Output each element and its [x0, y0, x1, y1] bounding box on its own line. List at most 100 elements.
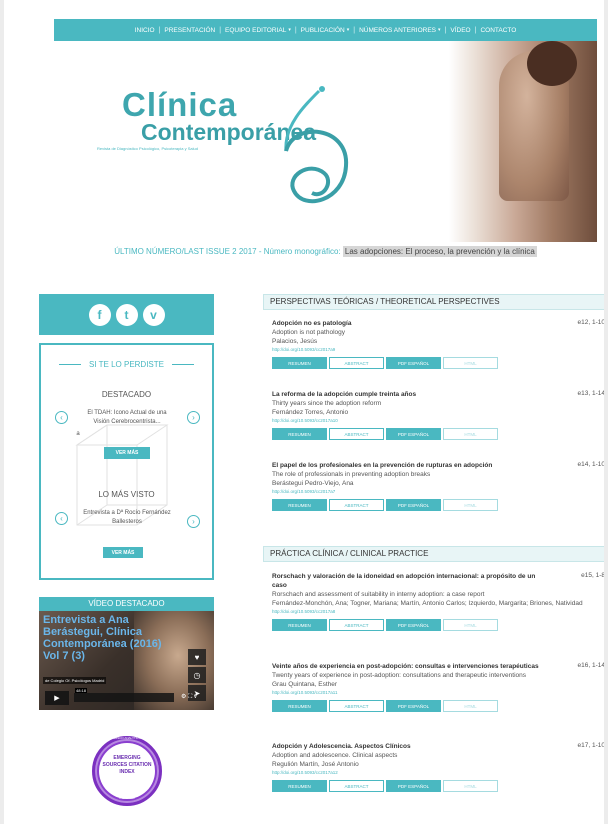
- nav-item-label: NÚMEROS ANTERIORES: [359, 26, 437, 34]
- masvisto-next-arrow-icon[interactable]: ›: [187, 515, 200, 528]
- missed-box: SI TE LO PERDISTE DESTACADO ‹ El TDAH: I…: [39, 343, 214, 580]
- abstract-button[interactable]: ABSTRACT: [329, 700, 384, 712]
- badge-text: EMERGING SOURCES CITATION INDEX: [102, 755, 152, 775]
- article-authors: Fernández Torres, Antonio: [272, 409, 349, 416]
- article-item: Rorschach y valoración de la idoneidad e…: [272, 572, 604, 631]
- video-embed[interactable]: Entrevista a Ana Berástegui, Clínica Con…: [39, 611, 214, 710]
- play-button[interactable]: ▶: [45, 691, 69, 705]
- html-button[interactable]: HTML: [443, 700, 498, 712]
- like-icon[interactable]: ♥: [188, 649, 206, 665]
- resumen-button[interactable]: RESUMEN: [272, 780, 327, 792]
- article-subtitle: Adoption is not pathology: [272, 329, 345, 336]
- nav-item-label: PRESENTACIÓN: [164, 26, 216, 34]
- abstract-button[interactable]: ABSTRACT: [329, 780, 384, 792]
- resumen-button[interactable]: RESUMEN: [272, 428, 327, 440]
- article-title[interactable]: Adopción no es patología: [272, 319, 547, 328]
- video-progress-bar[interactable]: [74, 693, 174, 702]
- masvisto-item[interactable]: Entrevista a Dª Rocío Fernández Balleste…: [71, 509, 183, 527]
- abstract-button[interactable]: ABSTRACT: [329, 619, 384, 631]
- latest-issue-label[interactable]: ÚLTIMO NÚMERO/LAST ISSUE 2 2017: [114, 247, 256, 256]
- masvisto-prev-arrow-icon[interactable]: ‹: [55, 512, 68, 525]
- video-byline[interactable]: de Colegio Of. Psicólogos Madrid: [43, 677, 107, 684]
- pdf-button[interactable]: PDF ESPAÑOL: [386, 700, 441, 712]
- social-bar: ftv: [39, 294, 214, 335]
- html-button[interactable]: HTML: [443, 619, 498, 631]
- chevron-down-icon: ▾: [288, 27, 291, 33]
- abstract-button[interactable]: ABSTRACT: [329, 499, 384, 511]
- abstract-button[interactable]: ABSTRACT: [329, 357, 384, 369]
- video-settings-icon[interactable]: ⚙ ⛶ v: [181, 693, 197, 701]
- article-subtitle: Twenty years of experience in post-adopt…: [272, 672, 527, 679]
- article-pages: e14, 1-10: [577, 461, 604, 468]
- article-authors: Fernández-Monchón, Ana; Togner, Mariana;…: [272, 600, 583, 607]
- article-pages: e13, 1-14: [577, 390, 604, 397]
- missed-box-title: SI TE LO PERDISTE: [41, 360, 212, 369]
- article-item: Adopción y Adolescencia. Aspectos Clínic…: [272, 742, 604, 792]
- article-authors: Palacios, Jesús: [272, 338, 318, 345]
- html-button[interactable]: HTML: [443, 780, 498, 792]
- twitter-icon[interactable]: t: [115, 303, 138, 326]
- nav-item-label: EQUIPO EDITORIAL: [225, 26, 287, 34]
- nav-item-6[interactable]: CONTACTO: [476, 27, 520, 34]
- badge-top-text: EBSCO ANALYTICS: [113, 736, 141, 740]
- article-subtitle: The role of professionals in preventing …: [272, 471, 431, 478]
- article-buttons: RESUMEN ABSTRACT PDF ESPAÑOL HTML: [272, 357, 604, 369]
- destacado-vermas-button[interactable]: VER MÁS: [104, 447, 150, 459]
- html-button[interactable]: HTML: [443, 357, 498, 369]
- logo-tagline: Revista de Diagnóstico Psicológico, Psic…: [97, 146, 198, 151]
- abstract-button[interactable]: ABSTRACT: [329, 428, 384, 440]
- article-title[interactable]: La reforma de la adopción cumple treinta…: [272, 390, 547, 399]
- article-subtitle: Rorschach and assessment of suitability …: [272, 591, 485, 598]
- destacado-next-arrow-icon[interactable]: ›: [187, 411, 200, 424]
- destacado-item[interactable]: El TDAH: Icono Actual de una Visión Cere…: [81, 409, 173, 427]
- page: INICIO | PRESENTACIÓN | EQUIPO EDITORIAL ▾ | PU…: [4, 0, 604, 824]
- site-header: Clínica Contemporánea Revista de Diagnós…: [54, 41, 597, 242]
- article-buttons: RESUMEN ABSTRACT PDF ESPAÑOL HTML: [272, 428, 604, 440]
- nav-item-2[interactable]: EQUIPO EDITORIAL ▾: [221, 27, 295, 34]
- resumen-button[interactable]: RESUMEN: [272, 700, 327, 712]
- nav-item-5[interactable]: VÍDEO: [446, 27, 474, 34]
- pdf-button[interactable]: PDF ESPAÑOL: [386, 428, 441, 440]
- html-button[interactable]: HTML: [443, 499, 498, 511]
- destacado-label: DESTACADO: [101, 390, 152, 399]
- masvisto-vermas-button[interactable]: VER MÁS: [103, 547, 143, 558]
- article-item: La reforma de la adopción cumple treinta…: [272, 390, 604, 440]
- main-nav: INICIO | PRESENTACIÓN | EQUIPO EDITORIAL ▾ | PU…: [54, 19, 597, 41]
- article-title[interactable]: Veinte años de experiencia en post-adopc…: [272, 662, 547, 671]
- article-title[interactable]: Rorschach y valoración de la idoneidad e…: [272, 572, 547, 590]
- section-header: PERSPECTIVAS TEÓRICAS / THEORETICAL PERS…: [263, 294, 604, 310]
- watch-later-icon[interactable]: ◷: [188, 667, 206, 683]
- article-pages: e17, 1-10: [577, 742, 604, 749]
- pdf-button[interactable]: PDF ESPAÑOL: [386, 780, 441, 792]
- facebook-icon[interactable]: f: [88, 303, 111, 326]
- esci-badge[interactable]: EBSCO ANALYTICS EMERGING SOURCES CITATIO…: [92, 736, 162, 806]
- resumen-button[interactable]: RESUMEN: [272, 357, 327, 369]
- article-doi-link[interactable]: http://doi.org/10.5093/cc2017a10: [272, 417, 604, 424]
- pdf-button[interactable]: PDF ESPAÑOL: [386, 499, 441, 511]
- nav-item-1[interactable]: PRESENTACIÓN: [160, 27, 219, 34]
- nav-item-label: VÍDEO: [450, 26, 471, 34]
- article-doi-link[interactable]: http://doi.org/10.5093/cc2017a9: [272, 346, 604, 353]
- article-doi-link[interactable]: http://doi.org/10.5093/cc2017a12: [272, 769, 604, 776]
- nav-item-0[interactable]: INICIO: [131, 27, 159, 34]
- vimeo-icon[interactable]: v: [142, 303, 165, 326]
- resumen-button[interactable]: RESUMEN: [272, 619, 327, 631]
- video-title[interactable]: Entrevista a Ana Berástegui, Clínica Con…: [43, 614, 175, 662]
- article-doi-link[interactable]: http://doi.org/10.5093/cc2017a8: [272, 608, 604, 615]
- article-title[interactable]: Adopción y Adolescencia. Aspectos Clínic…: [272, 742, 547, 751]
- html-button[interactable]: HTML: [443, 428, 498, 440]
- article-item: Adopción no es patología Adoption is not …: [272, 319, 604, 369]
- article-title[interactable]: El papel de los profesionales en la prev…: [272, 461, 547, 470]
- nav-item-4[interactable]: NÚMEROS ANTERIORES ▾: [355, 27, 444, 34]
- destacado-prev-arrow-icon[interactable]: ‹: [55, 411, 68, 424]
- logo-swirl-icon: [284, 86, 349, 204]
- article-doi-link[interactable]: http://doi.org/10.5093/cc2017a11: [272, 689, 604, 696]
- article-doi-link[interactable]: http://doi.org/10.5093/cc2017a7: [272, 488, 604, 495]
- article-buttons: RESUMEN ABSTRACT PDF ESPAÑOL HTML: [272, 780, 604, 792]
- nav-item-label: INICIO: [134, 26, 155, 34]
- resumen-button[interactable]: RESUMEN: [272, 499, 327, 511]
- nav-item-3[interactable]: PUBLICACIÓN ▾: [297, 27, 354, 34]
- pdf-button[interactable]: PDF ESPAÑOL: [386, 357, 441, 369]
- pdf-button[interactable]: PDF ESPAÑOL: [386, 619, 441, 631]
- latest-issue-title[interactable]: Las adopciones: El proceso, la prevenció…: [342, 246, 537, 257]
